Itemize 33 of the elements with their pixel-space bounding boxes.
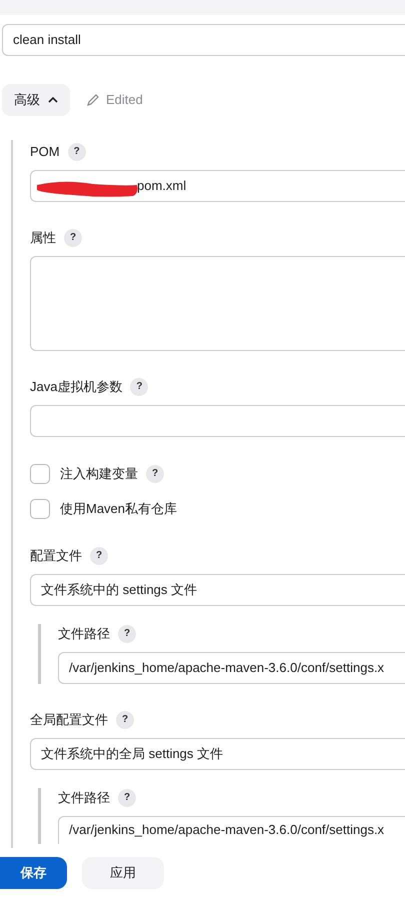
apply-button[interactable]: 应用 xyxy=(82,857,164,889)
help-icon[interactable]: ? xyxy=(68,142,86,160)
select-field[interactable]: 文件系统中的全局 settings 文件 xyxy=(30,738,405,770)
help-icon[interactable]: ? xyxy=(118,788,136,806)
save-button[interactable]: 保存 xyxy=(0,857,67,889)
checkbox-label: 注入构建变量 xyxy=(60,464,138,483)
help-icon[interactable]: ? xyxy=(116,710,134,728)
advanced-toggle[interactable]: 高级 xyxy=(2,84,70,116)
help-icon[interactable]: ? xyxy=(64,228,82,246)
field-label: 文件路径 xyxy=(58,624,110,643)
pencil-icon xyxy=(86,92,100,107)
field-label: 文件路径 xyxy=(58,788,110,807)
input-field[interactable]: /var/jenkins_home/apache-maven-3.6.0/conf/settings.x xyxy=(58,816,405,844)
input-field[interactable]: pom.xml xyxy=(30,170,405,202)
input-field[interactable] xyxy=(30,404,405,436)
help-icon[interactable]: ? xyxy=(90,546,108,564)
input-field[interactable]: /var/jenkins_home/apache-maven-3.6.0/conf/settings.x xyxy=(58,652,405,684)
help-icon[interactable]: ? xyxy=(146,464,164,482)
field-label: 属性 xyxy=(30,228,56,247)
checkbox-label: 使用Maven私有仓库 xyxy=(60,500,178,518)
checkbox[interactable] xyxy=(30,498,50,518)
field-label: 全局配置文件 xyxy=(30,710,108,729)
field-label: Java虚拟机参数 xyxy=(30,378,122,396)
help-icon[interactable]: ? xyxy=(118,624,136,642)
checkbox[interactable] xyxy=(30,464,50,484)
select-field[interactable]: 文件系统中的 settings 文件 xyxy=(30,574,405,606)
caret-icon xyxy=(48,96,58,104)
field-label: POM xyxy=(30,142,60,161)
text-area[interactable] xyxy=(30,256,405,350)
field-label: 配置文件 xyxy=(30,546,82,565)
goals-field[interactable]: clean install xyxy=(2,24,405,56)
help-icon[interactable]: ? xyxy=(130,378,148,396)
edited-label: Edited xyxy=(106,91,143,109)
